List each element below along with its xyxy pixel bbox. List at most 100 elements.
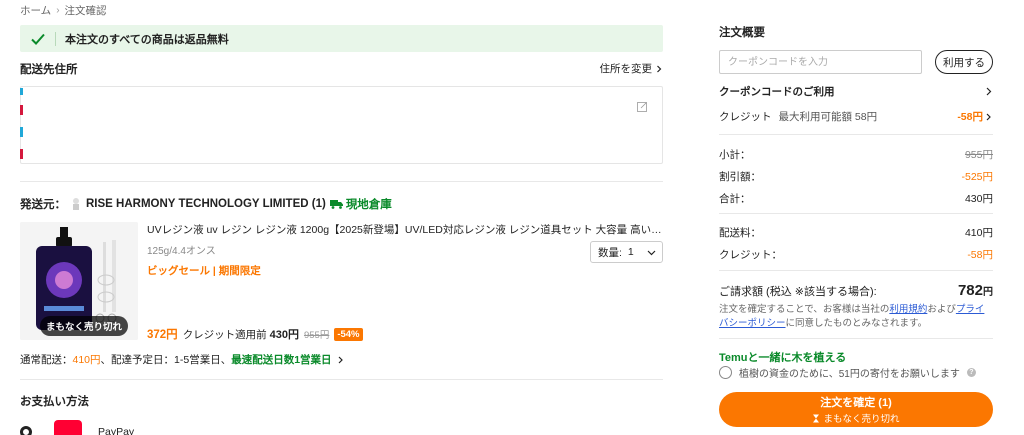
breadcrumb: ホーム › 注文確認	[20, 3, 107, 18]
coupon-use-row[interactable]: クーポンコードのご利用	[719, 84, 993, 99]
fastest-delivery: 最速配送日数1営業日	[231, 354, 332, 366]
section-divider	[20, 379, 663, 380]
breadcrumb-home[interactable]: ホーム	[20, 3, 51, 18]
change-address-link[interactable]: 住所を変更	[600, 61, 664, 76]
summary-title: 注文概要	[719, 27, 765, 39]
section-divider	[719, 338, 993, 339]
quantity-select[interactable]: 数量: 1	[590, 241, 663, 263]
legal-notice: 注文を確定することで、お客様は当社の利用規約およびプライバシーポリシーに同意した…	[719, 303, 993, 331]
coupon-input[interactable]	[719, 50, 922, 74]
address-stripe	[20, 127, 23, 137]
credit-price-label: クレジット適用前	[182, 329, 267, 341]
coupon-use-label: クーポンコードのご利用	[719, 86, 835, 98]
billing-yen: 円	[983, 287, 993, 298]
credit-applied-row: クレジット： -58円	[719, 247, 993, 262]
discount-row: 割引額： -525円	[719, 169, 993, 184]
donation-radio[interactable]	[719, 366, 732, 379]
chevron-right-icon	[338, 356, 343, 363]
edit-icon[interactable]	[637, 101, 648, 112]
quantity-value: 1	[627, 246, 634, 258]
seller-name[interactable]: RISE HARMONY TECHNOLOGY LIMITED (1)	[86, 198, 326, 210]
address-stripe	[20, 88, 23, 95]
ship-from-label: 発送元：	[20, 199, 66, 211]
free-return-notice: 本注文のすべての商品は返品無料	[20, 25, 663, 52]
credit-price-value: 430円	[269, 329, 299, 341]
product-variant[interactable]: 125g/4.4オンス	[147, 242, 216, 257]
change-address-label: 住所を変更	[599, 63, 653, 75]
store-icon	[73, 198, 79, 210]
tree-planting-title: Temuと一緒に木を植える	[719, 352, 847, 364]
check-icon	[31, 33, 45, 45]
notice-divider	[55, 31, 56, 46]
legal-post: に同意したものとみなされます。	[785, 317, 928, 329]
address-stripe	[20, 105, 23, 115]
price-row: 372円 クレジット適用前 430円 955円 -54%	[147, 326, 363, 342]
sale-label: ビッグセール | 期間限定	[147, 265, 261, 277]
sellout-badge: まもなく売り切れ	[40, 316, 129, 336]
payment-title: お支払い方法	[20, 396, 89, 408]
discount-label: 割引額：	[719, 171, 761, 183]
address-box[interactable]	[20, 86, 663, 164]
credit-applied-value: -58円	[967, 249, 993, 261]
section-divider	[20, 181, 663, 182]
section-divider	[719, 270, 993, 271]
billing-total: ご請求額 (税込 ※該当する場合): 782 円	[719, 282, 993, 299]
total-label: 合計：	[719, 193, 751, 205]
product-title[interactable]: UVレジン液 uv レジン レジン液 1200g【2025新登場】UV/LED対…	[147, 222, 662, 237]
section-divider	[719, 134, 993, 135]
address-title: 配送先住所	[20, 64, 78, 76]
order-summary-panel: 注文概要 利用する クーポンコードのご利用 クレジット 最大利用可能額 58円 …	[719, 0, 993, 435]
delivery-fee: 410円	[72, 354, 101, 366]
discount-value: -525円	[961, 171, 993, 183]
breadcrumb-current: 注文確認	[64, 5, 107, 17]
credit-price: クレジット適用前 430円	[183, 326, 299, 342]
section-divider	[719, 213, 993, 214]
truck-icon	[329, 200, 343, 209]
paypay-label: PayPay	[98, 426, 135, 435]
confirm-sub: まもなく売り切れ	[812, 411, 900, 425]
notice-text: 本注文のすべての商品は返品無料	[65, 33, 229, 46]
credit-value: -58円	[957, 111, 983, 123]
chevron-right-icon	[986, 87, 992, 96]
address-stripe	[20, 149, 23, 159]
product-image[interactable]: まもなく売り切れ	[20, 222, 138, 340]
original-price: 955円	[303, 330, 330, 341]
quantity-label: 数量:	[598, 246, 622, 259]
credit-max: 最大利用可能額 58円	[778, 111, 878, 123]
credit-label: クレジット	[719, 111, 772, 123]
delivery-prefix: 通常配送：	[20, 354, 73, 366]
shipping-fee-label: 配送料：	[719, 227, 761, 239]
subtotal-value: 955円	[964, 149, 993, 161]
breadcrumb-separator: ›	[56, 5, 60, 16]
legal-and: および	[927, 304, 956, 315]
legal-pre: 注文を確定することで、お客様は当社の	[719, 304, 890, 315]
info-icon[interactable]: ?	[966, 368, 976, 377]
local-warehouse-badge: 現地倉庫	[329, 196, 392, 212]
delivery-middle: 、配達予定日：1-5営業日、	[100, 354, 232, 366]
paypay-radio[interactable]	[20, 426, 32, 435]
chevron-right-icon	[657, 65, 662, 72]
paypay-option[interactable]: PayPay	[20, 420, 134, 435]
billing-amount: 782	[957, 282, 983, 299]
ship-from-row: 発送元： RISE HARMONY TECHNOLOGY LIMITED (1)…	[20, 196, 392, 212]
chevron-right-icon	[986, 113, 991, 120]
hourglass-icon	[813, 414, 820, 422]
confirm-order-button[interactable]: 注文を確定 (1) まもなく売り切れ	[719, 392, 993, 427]
delivery-info[interactable]: 通常配送： 410円 、配達予定日：1-5営業日、 最速配送日数1営業日	[20, 352, 346, 367]
confirm-order-label: 注文を確定 (1)	[820, 397, 892, 409]
product-price: 372円	[147, 329, 178, 341]
credit-row[interactable]: クレジット 最大利用可能額 58円 -58円	[719, 109, 993, 124]
apply-coupon-button[interactable]: 利用する	[935, 50, 993, 74]
terms-link[interactable]: 利用規約	[889, 304, 927, 315]
total-row: 合計： 430円	[719, 191, 993, 206]
paypay-logo	[54, 420, 82, 435]
credit-applied-label: クレジット：	[719, 249, 782, 261]
shipping-fee-value: 410円	[964, 227, 993, 239]
chevron-down-icon	[647, 250, 656, 255]
total-value: 430円	[964, 193, 993, 205]
subtotal-label: 小計：	[719, 149, 751, 161]
donation-text: 植樹の資金のために、51円の寄付をお願いします	[739, 369, 960, 380]
billing-label: ご請求額 (税込 ※該当する場合):	[719, 286, 877, 298]
tree-donation-option[interactable]: 植樹の資金のために、51円の寄付をお願いします ?	[719, 365, 976, 380]
discount-badge: -54%	[334, 327, 363, 341]
